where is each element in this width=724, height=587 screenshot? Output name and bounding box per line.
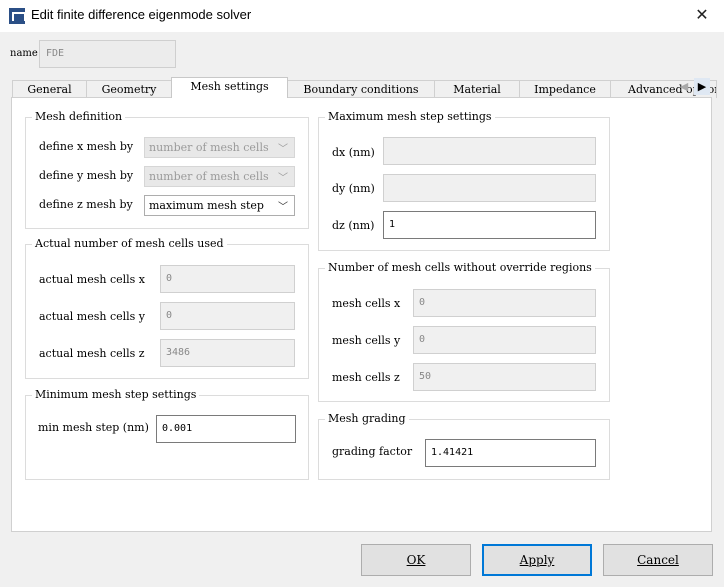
window-title: Edit finite difference eigenmode solver: [31, 7, 252, 22]
name-label: name: [10, 48, 38, 59]
no-override-z-field: 50: [413, 363, 596, 391]
max-step-title: Maximum mesh step settings: [325, 110, 495, 123]
tab-impedance[interactable]: Impedance: [519, 80, 611, 98]
no-override-title: Number of mesh cells without override re…: [325, 261, 595, 274]
dz-field[interactable]: 1: [383, 211, 596, 239]
min-step-label: min mesh step (nm): [38, 421, 149, 434]
define-y-label: define y mesh by: [39, 169, 134, 182]
dx-label: dx (nm): [332, 146, 375, 159]
min-step-group: Minimum mesh step settings min mesh step…: [25, 388, 309, 480]
chevron-down-icon: ﹀: [278, 144, 288, 155]
define-x-label: define x mesh by: [39, 140, 134, 153]
actual-cells-x-label: actual mesh cells x: [39, 273, 146, 286]
ok-button[interactable]: OK: [361, 544, 471, 576]
mesh-grading-group: Mesh grading grading factor 1.41421: [318, 412, 610, 480]
tab-general[interactable]: General: [12, 80, 87, 98]
apply-button[interactable]: Apply: [482, 544, 592, 576]
no-override-y-field: 0: [413, 326, 596, 354]
dz-label: dz (nm): [332, 219, 375, 232]
define-z-select[interactable]: maximum mesh step ﹀: [144, 195, 295, 216]
no-override-z-label: mesh cells z: [332, 371, 400, 384]
dy-label: dy (nm): [332, 182, 375, 195]
define-z-label: define z mesh by: [39, 198, 133, 211]
actual-cells-x-field: 0: [160, 265, 295, 293]
actual-cells-z-field: 3486: [160, 339, 295, 367]
tab-scroll-right-icon[interactable]: ▶: [694, 78, 710, 95]
max-step-group: Maximum mesh step settings dx (nm) dy (n…: [318, 110, 610, 251]
define-x-select: number of mesh cells ﹀: [144, 137, 295, 158]
min-step-field[interactable]: 0.001: [156, 415, 296, 443]
min-step-title: Minimum mesh step settings: [32, 388, 200, 401]
actual-cells-z-label: actual mesh cells z: [39, 347, 145, 360]
mesh-grading-title: Mesh grading: [325, 412, 409, 425]
cancel-button[interactable]: Cancel: [603, 544, 713, 576]
tab-boundary-conditions[interactable]: Boundary conditions: [287, 80, 435, 98]
grading-factor-field[interactable]: 1.41421: [425, 439, 596, 467]
dx-field: [383, 137, 596, 165]
mesh-definition-title: Mesh definition: [32, 110, 126, 123]
grading-factor-label: grading factor: [332, 445, 413, 458]
chevron-down-icon: ﹀: [278, 202, 288, 213]
actual-cells-y-field: 0: [160, 302, 295, 330]
tab-scroll-left-icon[interactable]: ◀: [676, 78, 692, 95]
tab-geometry[interactable]: Geometry: [86, 80, 172, 98]
chevron-down-icon: ﹀: [278, 173, 288, 184]
actual-cells-group: Actual number of mesh cells used actual …: [25, 237, 309, 379]
dy-field: [383, 174, 596, 202]
define-y-value: number of mesh cells: [149, 170, 269, 183]
tab-mesh-settings[interactable]: Mesh settings: [171, 77, 288, 98]
no-override-y-label: mesh cells y: [332, 334, 401, 347]
no-override-x-label: mesh cells x: [332, 297, 401, 310]
title-bar: Edit finite difference eigenmode solver …: [0, 0, 724, 32]
actual-cells-y-label: actual mesh cells y: [39, 310, 146, 323]
tab-bar: General Geometry Mesh settings Boundary …: [12, 77, 717, 98]
define-z-value: maximum mesh step: [149, 199, 264, 212]
define-y-select: number of mesh cells ﹀: [144, 166, 295, 187]
no-override-group: Number of mesh cells without override re…: [318, 261, 610, 402]
tab-material[interactable]: Material: [434, 80, 520, 98]
app-icon: [9, 8, 26, 24]
actual-cells-title: Actual number of mesh cells used: [32, 237, 227, 250]
no-override-x-field: 0: [413, 289, 596, 317]
define-x-value: number of mesh cells: [149, 141, 269, 154]
name-field: FDE: [39, 40, 176, 68]
close-icon[interactable]: ✕: [690, 3, 714, 27]
mesh-definition-group: Mesh definition define x mesh by number …: [25, 110, 309, 229]
